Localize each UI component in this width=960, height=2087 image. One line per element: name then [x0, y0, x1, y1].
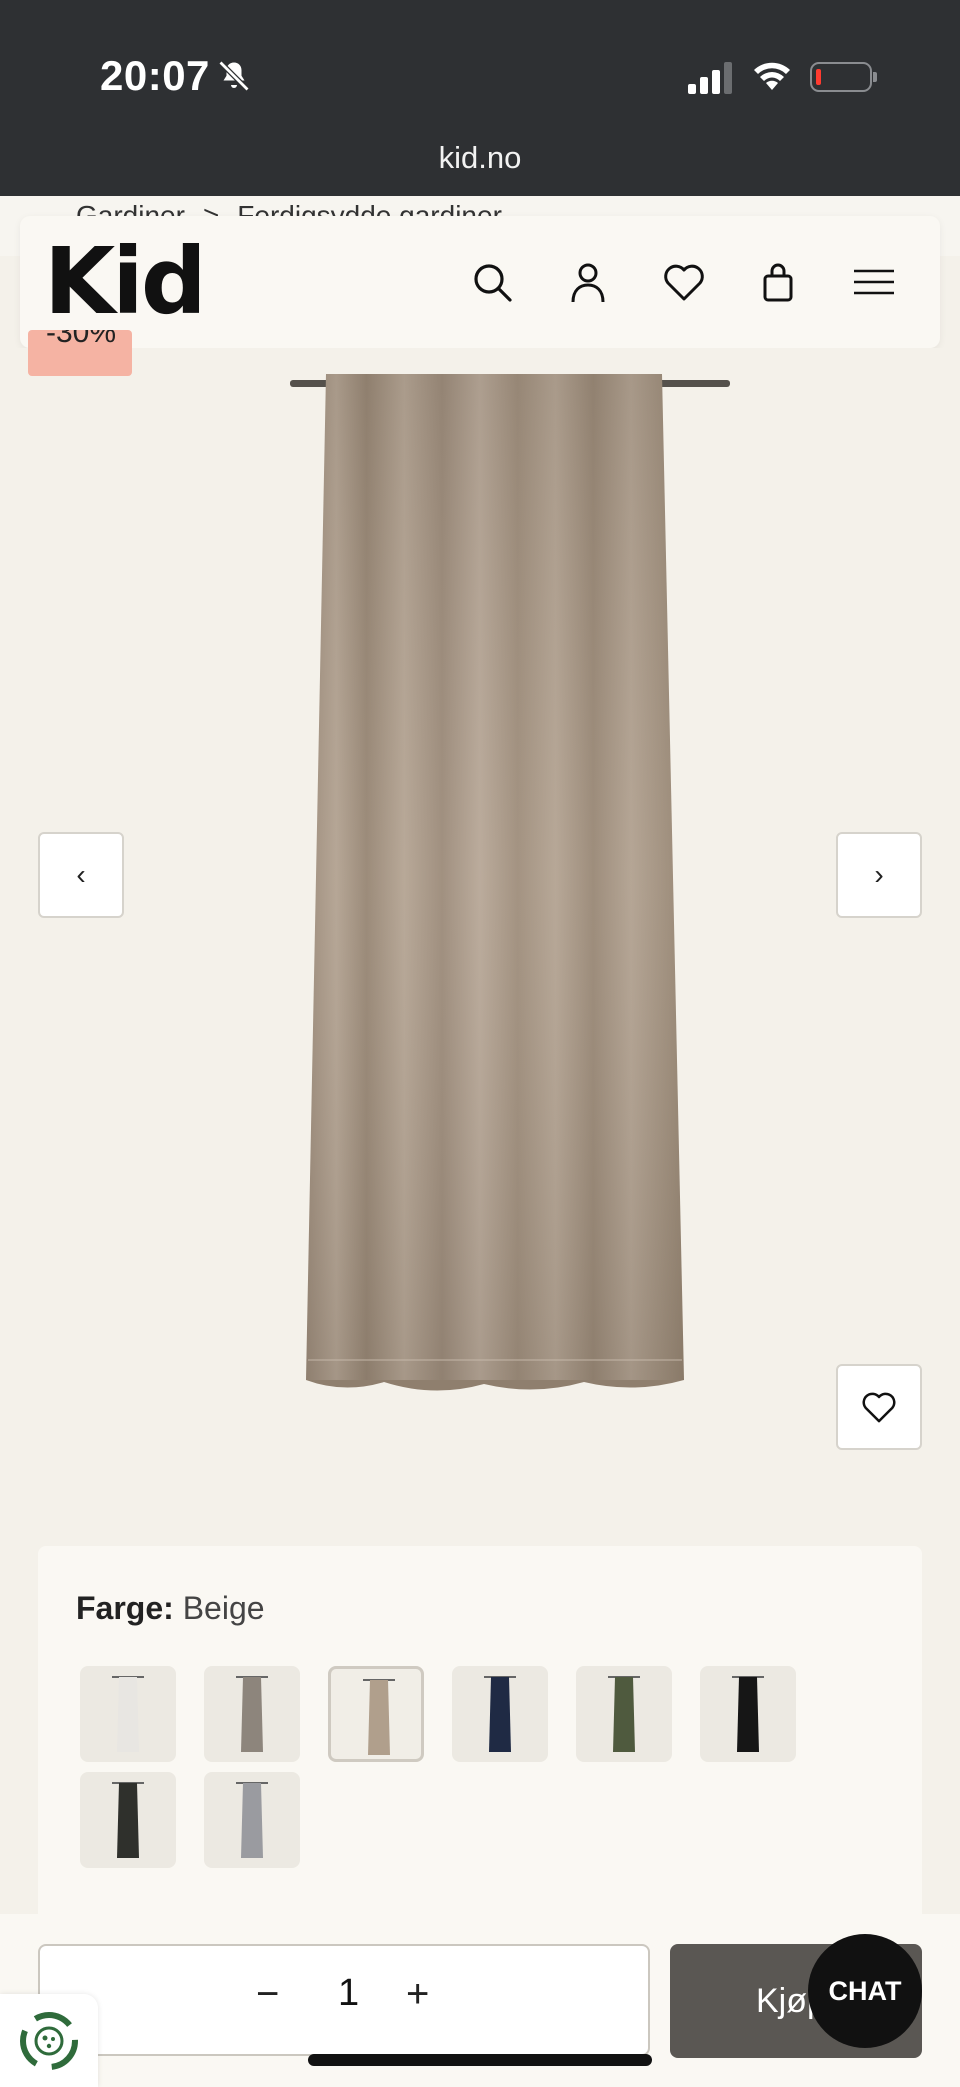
- color-swatch[interactable]: [80, 1666, 176, 1762]
- curtain-thumbnail: [608, 1676, 640, 1752]
- chevron-left-icon: ‹: [76, 859, 86, 890]
- color-swatch[interactable]: [700, 1666, 796, 1762]
- wifi-icon: [754, 62, 790, 90]
- recycle-icon: [20, 2012, 78, 2070]
- add-to-wishlist-button[interactable]: [836, 1364, 922, 1450]
- menu-icon[interactable]: [850, 258, 898, 306]
- curtain-image: [290, 374, 730, 1391]
- curtain-thumbnail: [732, 1676, 764, 1752]
- signal-icon: [688, 62, 732, 94]
- bell-muted-icon: [218, 60, 250, 92]
- discount-badge: -30%: [28, 330, 132, 376]
- decrease-quantity-button[interactable]: −: [256, 1972, 279, 2017]
- address-bar-url[interactable]: kid.no: [0, 140, 960, 176]
- next-image-button[interactable]: ›: [836, 832, 922, 918]
- color-label: Farge: Beige: [76, 1590, 265, 1627]
- curtain-thumbnail: [112, 1676, 144, 1752]
- color-selector-panel: Farge: Beige: [38, 1546, 922, 1926]
- product-image[interactable]: [284, 360, 744, 1410]
- site-header: Kid: [20, 216, 940, 348]
- recycle-badge[interactable]: [0, 1994, 98, 2087]
- account-icon[interactable]: [564, 258, 612, 306]
- curtain-thumbnail: [236, 1782, 268, 1858]
- status-time: 20:07: [100, 52, 210, 99]
- color-value: Beige: [182, 1590, 265, 1626]
- color-swatch[interactable]: [204, 1666, 300, 1762]
- status-bar: 20:07 kid.no: [0, 0, 960, 196]
- discount-badge-text: -30%: [46, 330, 117, 349]
- chat-button[interactable]: CHAT: [808, 1934, 922, 2048]
- kid-logo[interactable]: Kid: [44, 228, 207, 335]
- quantity-value[interactable]: 1: [338, 1972, 359, 2015]
- home-indicator: [308, 2054, 652, 2066]
- color-label-key: Farge:: [76, 1590, 174, 1626]
- increase-quantity-button[interactable]: +: [406, 1972, 429, 2017]
- color-swatch[interactable]: [328, 1666, 424, 1762]
- color-swatch[interactable]: [576, 1666, 672, 1762]
- curtain-thumbnail: [112, 1782, 144, 1858]
- battery-icon: [810, 62, 877, 92]
- curtain-thumbnail: [236, 1676, 268, 1752]
- quantity-stepper: − 1 +: [38, 1944, 650, 2056]
- bag-icon[interactable]: [754, 258, 802, 306]
- heart-icon: [862, 1392, 896, 1423]
- chat-button-label: CHAT: [828, 1975, 902, 2006]
- prev-image-button[interactable]: ‹: [38, 832, 124, 918]
- color-swatch[interactable]: [80, 1772, 176, 1868]
- search-icon[interactable]: [468, 258, 516, 306]
- heart-icon[interactable]: [660, 258, 708, 306]
- curtain-thumbnail: [484, 1676, 516, 1752]
- curtain-thumbnail: [363, 1679, 395, 1755]
- color-swatch[interactable]: [204, 1772, 300, 1868]
- chevron-right-icon: ›: [874, 859, 884, 890]
- color-swatch[interactable]: [452, 1666, 548, 1762]
